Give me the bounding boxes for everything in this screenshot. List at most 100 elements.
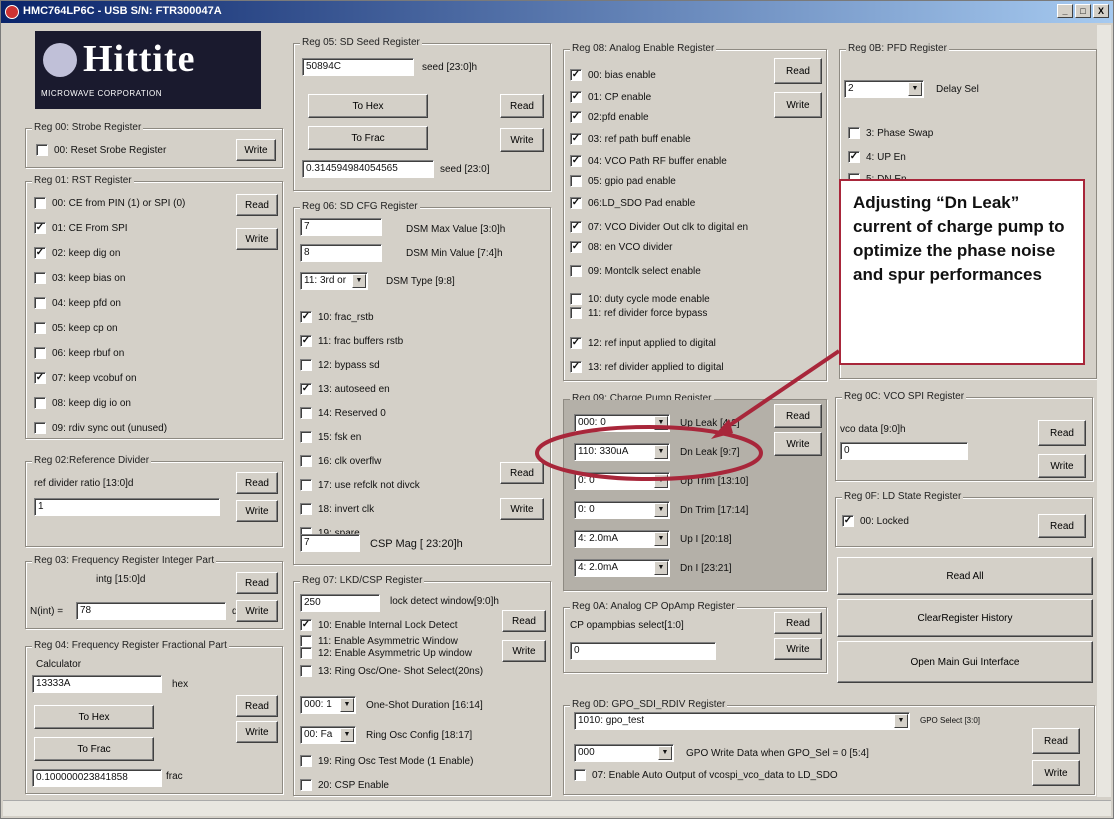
- reg01-checkbox-1[interactable]: ✓ 01: CE From SPI: [34, 221, 128, 235]
- frac-value-input[interactable]: 0.100000023841858: [32, 769, 162, 787]
- reg08-checkbox-7[interactable]: ✓ 07: VCO Divider Out clk to digital en: [570, 220, 748, 234]
- reg01-checkbox-6[interactable]: 06: keep rbuf on: [34, 346, 124, 360]
- reg01-checkbox-3[interactable]: 03: keep bias on: [34, 271, 125, 285]
- reg06-checkbox-4[interactable]: 14: Reserved 0: [300, 406, 386, 420]
- reg01-write-button[interactable]: Write: [236, 228, 278, 250]
- reg0d-write-button[interactable]: Write: [1032, 760, 1080, 786]
- reg07-write-button[interactable]: Write: [502, 640, 546, 662]
- reg01-checkbox-7[interactable]: ✓ 07: keep vcobuf on: [34, 371, 137, 385]
- close-button[interactable]: X: [1093, 4, 1109, 18]
- reg01-checkbox-0[interactable]: 00: CE from PIN (1) or SPI (0): [34, 196, 185, 210]
- dsm-type-select[interactable]: 11: 3rd or ▼: [300, 272, 368, 290]
- reg07-read-button[interactable]: Read: [502, 610, 546, 632]
- dsm-min-input[interactable]: 8: [300, 244, 382, 262]
- seed-frac-input[interactable]: 0.314594984054565: [302, 160, 434, 178]
- ref-divider-input[interactable]: 1: [34, 498, 220, 516]
- reg02-write-button[interactable]: Write: [236, 500, 278, 522]
- reg08-checkbox-10[interactable]: 10: duty cycle mode enable: [570, 292, 710, 306]
- reg00-reset-checkbox[interactable]: 00: Reset Srobe Register: [36, 143, 166, 157]
- reg05-to-hex-button[interactable]: To Hex: [308, 94, 428, 118]
- reg08-checkbox-11[interactable]: 11: ref divider force bypass: [570, 306, 707, 320]
- dsm-max-input[interactable]: 7: [300, 218, 382, 236]
- reg09-select-3[interactable]: 0: 0 ▼: [574, 501, 670, 519]
- reg0d-read-button[interactable]: Read: [1032, 728, 1080, 754]
- reg09-select-5[interactable]: 4: 2.0mA ▼: [574, 559, 670, 577]
- reg0b-up-en[interactable]: ✓ 4: UP En: [848, 150, 906, 164]
- vertical-scrollbar[interactable]: [1097, 25, 1111, 797]
- maximize-button[interactable]: □: [1075, 4, 1091, 18]
- gpo-select[interactable]: 1010: gpo_test ▼: [574, 712, 910, 730]
- reg0d-auto-output[interactable]: 07: Enable Auto Output of vcospi_vco_dat…: [574, 768, 838, 782]
- reg07-cb20[interactable]: 20: CSP Enable: [300, 778, 389, 792]
- reg04-to-frac-button[interactable]: To Frac: [34, 737, 154, 761]
- reg01-checkbox-5[interactable]: 05: keep cp on: [34, 321, 118, 335]
- read-all-button[interactable]: Read All: [837, 557, 1093, 595]
- reg01-checkbox-8[interactable]: 08: keep dig io on: [34, 396, 131, 410]
- reg03-write-button[interactable]: Write: [236, 600, 278, 622]
- csp-mag-input[interactable]: 7: [300, 534, 360, 552]
- reg09-select-4[interactable]: 4: 2.0mA ▼: [574, 530, 670, 548]
- gpo-data-select[interactable]: 000 ▼: [574, 744, 674, 762]
- reg08-checkbox-4[interactable]: ✓ 04: VCO Path RF buffer enable: [570, 154, 727, 168]
- checkbox-box: [570, 293, 582, 305]
- vco-data-input[interactable]: 0: [840, 442, 968, 460]
- reg01-checkbox-9[interactable]: 09: rdiv sync out (unused): [34, 421, 167, 435]
- reg06-checkbox-6[interactable]: 16: clk overflw: [300, 454, 381, 468]
- reg00-write-button[interactable]: Write: [236, 139, 276, 161]
- reg08-checkbox-8[interactable]: ✓ 08: en VCO divider: [570, 240, 673, 254]
- reg04-to-hex-button[interactable]: To Hex: [34, 705, 154, 729]
- minimize-button[interactable]: _: [1057, 4, 1073, 18]
- reg01-read-button[interactable]: Read: [236, 194, 278, 216]
- reg0c-read-button[interactable]: Read: [1038, 420, 1086, 446]
- reg0b-phase-swap[interactable]: 3: Phase Swap: [848, 126, 933, 140]
- reg06-checkbox-5[interactable]: 15: fsk en: [300, 430, 361, 444]
- ring-osc-select[interactable]: 00: Fa ▼: [300, 726, 356, 744]
- seed-input[interactable]: 50894C: [302, 58, 414, 76]
- reg03-read-button[interactable]: Read: [236, 572, 278, 594]
- reg07-cb10[interactable]: ✓ 10: Enable Internal Lock Detect: [300, 618, 458, 632]
- window-title: HMC764LP6C - USB S/N: FTR300047A: [23, 5, 222, 17]
- reg08-checkbox-0[interactable]: ✓ 00: bias enable: [570, 68, 656, 82]
- reg0c-write-button[interactable]: Write: [1038, 454, 1086, 478]
- reg06-checkbox-8[interactable]: 18: invert clk: [300, 502, 374, 516]
- reg08-write-button[interactable]: Write: [774, 92, 822, 118]
- reg07-cb13[interactable]: 13: Ring Osc/One- Shot Select(20ns): [300, 664, 483, 678]
- reg05-to-frac-button[interactable]: To Frac: [308, 126, 428, 150]
- reg0a-read-button[interactable]: Read: [774, 612, 822, 634]
- oneshot-select[interactable]: 000: 1 ▼: [300, 696, 356, 714]
- reg05-read-button[interactable]: Read: [500, 94, 544, 118]
- reg08-checkbox-9[interactable]: 09: Montclk select enable: [570, 264, 701, 278]
- reg01-checkbox-4[interactable]: 04: keep pfd on: [34, 296, 121, 310]
- reg07-cb19[interactable]: 19: Ring Osc Test Mode (1 Enable): [300, 754, 473, 768]
- reg06-checkbox-0[interactable]: ✓ 10: frac_rstb: [300, 310, 374, 324]
- reg08-checkbox-2[interactable]: ✓ 02:pfd enable: [570, 110, 649, 124]
- open-main-gui-button[interactable]: Open Main Gui Interface: [837, 641, 1093, 683]
- reg0f-read-button[interactable]: Read: [1038, 514, 1086, 538]
- reg06-checkbox-7[interactable]: 17: use refclk not divck: [300, 478, 420, 492]
- reg08-checkbox-1[interactable]: ✓ 01: CP enable: [570, 90, 651, 104]
- reg0f-locked[interactable]: ✓ 00: Locked: [842, 514, 909, 528]
- frac-hex-input[interactable]: 13333A: [32, 675, 162, 693]
- reg06-checkbox-3[interactable]: ✓ 13: autoseed en: [300, 382, 390, 396]
- reg06-write-button[interactable]: Write: [500, 498, 544, 520]
- reg05-write-button[interactable]: Write: [500, 128, 544, 152]
- reg06-checkbox-2[interactable]: 12: bypass sd: [300, 358, 380, 372]
- reg08-checkbox-6[interactable]: ✓ 06:LD_SDO Pad enable: [570, 196, 695, 210]
- reg04-write-button[interactable]: Write: [236, 721, 278, 743]
- lock-window-input[interactable]: 250: [300, 594, 380, 612]
- reg04-read-button[interactable]: Read: [236, 695, 278, 717]
- reg08-read-button[interactable]: Read: [774, 58, 822, 84]
- reg08-checkbox-3[interactable]: ✓ 03: ref path buff enable: [570, 132, 691, 146]
- reg01-checkbox-2[interactable]: ✓ 02: keep dig on: [34, 246, 120, 260]
- horizontal-scrollbar[interactable]: [3, 800, 1111, 816]
- clear-history-button[interactable]: ClearRegister History: [837, 599, 1093, 637]
- reg07-cb12[interactable]: 12: Enable Asymmetric Up window: [300, 646, 472, 660]
- cp-opamp-input[interactable]: 0: [570, 642, 716, 660]
- reg08-checkbox-5[interactable]: 05: gpio pad enable: [570, 174, 676, 188]
- checkbox-label: 02:pfd enable: [588, 111, 649, 123]
- nint-input[interactable]: 78: [76, 602, 226, 620]
- delay-select[interactable]: 2 ▼: [844, 80, 924, 98]
- reg06-checkbox-1[interactable]: ✓ 11: frac buffers rstb: [300, 334, 403, 348]
- reg0a-write-button[interactable]: Write: [774, 638, 822, 660]
- reg02-read-button[interactable]: Read: [236, 472, 278, 494]
